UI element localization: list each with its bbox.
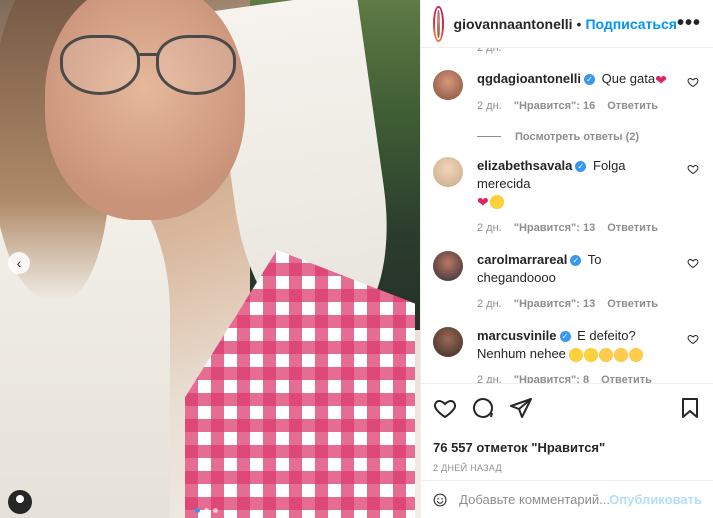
comment-time: 2 дн. bbox=[477, 48, 502, 54]
comment-likes[interactable]: "Нравится": 16 bbox=[514, 97, 595, 115]
chevron-left-icon[interactable]: ‹ bbox=[8, 252, 30, 274]
photo-face bbox=[45, 0, 245, 220]
heart-icon[interactable] bbox=[687, 163, 699, 175]
comment-time: 2 дн. bbox=[477, 298, 502, 311]
clap-emoji bbox=[598, 347, 613, 362]
comment-avatar[interactable] bbox=[433, 327, 463, 358]
comment-likes[interactable]: "Нравится": 8 bbox=[514, 371, 589, 383]
clap-emoji bbox=[628, 347, 643, 362]
comment-avatar[interactable] bbox=[433, 70, 463, 100]
comment-item: elizabethsavala ✓ Folga merecida ❤ 2 дн. … bbox=[433, 156, 701, 238]
heart-icon[interactable] bbox=[687, 76, 699, 88]
reply-button[interactable]: Ответить bbox=[607, 219, 658, 237]
post-date[interactable]: 2 ДНЕЙ НАЗАД bbox=[433, 463, 702, 473]
view-replies-button[interactable]: Посмотреть ответы (2) bbox=[477, 131, 701, 143]
comment-time: 2 дн. bbox=[477, 374, 502, 383]
comment-time: 2 дн. bbox=[477, 99, 502, 112]
comments-list[interactable]: 2 дн. qgdagioantonelli ✓ Que gata❤ 2 дн. … bbox=[421, 48, 713, 383]
clap-emoji bbox=[613, 347, 628, 362]
post-panel: giovannaantonelli • Подписаться ••• 2 дн… bbox=[420, 0, 713, 518]
photo-glasses bbox=[60, 35, 240, 105]
more-icon[interactable]: ••• bbox=[677, 12, 701, 35]
comment-likes[interactable]: "Нравится": 13 bbox=[514, 295, 595, 313]
follow-button[interactable]: Подписаться bbox=[585, 16, 677, 32]
share-icon[interactable] bbox=[509, 396, 533, 420]
comment-item: qgdagioantonelli ✓ Que gata❤ 2 дн. "Нрави… bbox=[433, 70, 701, 115]
verified-icon: ✓ bbox=[575, 160, 587, 172]
smile-icon[interactable] bbox=[433, 488, 447, 512]
verified-icon: ✓ bbox=[570, 255, 582, 267]
comment-username[interactable]: qgdagioantonelli bbox=[477, 71, 581, 86]
comment-input[interactable] bbox=[459, 492, 610, 507]
heart-emoji: ❤ bbox=[655, 71, 667, 88]
comment-username[interactable]: elizabethsavala bbox=[477, 158, 572, 173]
header-separator: • bbox=[576, 15, 582, 32]
heart-icon[interactable] bbox=[687, 333, 699, 345]
comment-avatar[interactable] bbox=[433, 251, 463, 282]
heart-eyes-emoji bbox=[489, 195, 504, 210]
publish-button[interactable]: Опубликовать bbox=[609, 492, 702, 507]
comment-likes[interactable]: "Нравится": 13 bbox=[514, 219, 595, 237]
likes-count[interactable]: 76 557 отметок "Нравится" bbox=[433, 440, 702, 455]
bookmark-icon[interactable] bbox=[678, 396, 702, 420]
post-photo[interactable]: ‹ bbox=[0, 0, 420, 518]
comment-time: 2 дн. bbox=[477, 222, 502, 235]
view-replies-label: Посмотреть ответы (2) bbox=[515, 130, 640, 143]
carousel-dots bbox=[195, 508, 218, 513]
user-tag-icon[interactable] bbox=[8, 490, 32, 514]
reply-button[interactable]: Ответить bbox=[607, 97, 658, 115]
comment-username[interactable]: marcusvinile bbox=[477, 328, 557, 343]
author-username[interactable]: giovannaantonelli bbox=[454, 16, 573, 32]
heart-emoji: ❤ bbox=[477, 194, 489, 211]
photo-bikini bbox=[185, 250, 415, 518]
heart-eyes-emoji bbox=[583, 347, 598, 362]
comment-avatar[interactable] bbox=[433, 156, 463, 187]
like-icon[interactable] bbox=[433, 396, 457, 420]
verified-icon: ✓ bbox=[584, 74, 595, 86]
post-header: giovannaantonelli • Подписаться ••• bbox=[421, 0, 713, 48]
verified-icon: ✓ bbox=[559, 331, 571, 343]
comment-username[interactable]: carolmarrareal bbox=[477, 252, 567, 267]
reply-button[interactable]: Ответить bbox=[607, 295, 658, 313]
comment-item: marcusvinile ✓ E defeito? Nenhum nehee 2 … bbox=[433, 327, 701, 383]
comment-item: carolmarrareal ✓ To chegandoooo 2 дн. "Нр… bbox=[433, 251, 701, 313]
heart-eyes-emoji bbox=[568, 347, 583, 362]
post-actions: 76 557 отметок "Нравится" 2 ДНЕЙ НАЗАД bbox=[421, 383, 713, 473]
comment-text: Que gata bbox=[601, 71, 656, 86]
heart-icon[interactable] bbox=[687, 257, 699, 269]
add-comment-bar: Опубликовать bbox=[421, 480, 713, 518]
comment-icon[interactable] bbox=[471, 396, 495, 420]
reply-button[interactable]: Ответить bbox=[601, 371, 652, 383]
author-avatar[interactable] bbox=[433, 5, 444, 42]
